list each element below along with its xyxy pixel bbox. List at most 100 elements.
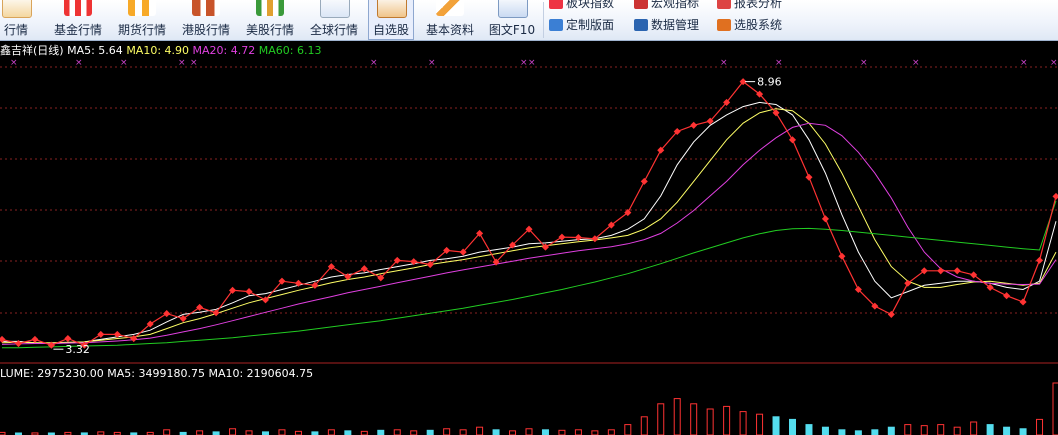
macro-indicator-icon [634,0,648,9]
link-stock-screener[interactable]: 选股系统 [717,16,782,34]
bar-chart-icon [256,0,284,16]
price-point [937,267,945,275]
price-point [558,233,566,241]
volume-bar [360,430,368,435]
toolbar-watchlist-button[interactable]: 自选股 [368,0,414,40]
price-point [838,252,846,260]
main-toolbar: 行情 基金行情 期货行情 港股行情 美股行情 全球行情 自选股 基本资料 图文F… [0,0,1058,41]
volume-bar [904,424,912,435]
chart-line-icon [2,0,32,18]
toolbar-futures-button[interactable]: 期货行情 [112,0,172,40]
volume-bar [624,424,632,435]
price-point [196,303,204,311]
volume-bar [953,426,961,435]
volume-bar [607,429,615,435]
event-marker: × [120,58,128,68]
volume-bar [805,424,813,435]
volume-bar [854,430,862,435]
volume-bar [986,424,994,435]
price-points [0,78,1058,350]
toolbar-fund-label: 基金行情 [53,23,102,37]
link-data-manage[interactable]: 数据管理 [634,16,699,34]
volume-bar [739,411,747,435]
price-point [179,315,187,323]
price-point [1052,192,1058,200]
link-custom-layout[interactable]: 定制版面 [549,16,614,34]
low-price-label: 3.32 [65,343,90,356]
event-marker: × [528,58,536,68]
toolbar-profile-button[interactable]: 基本资料 [420,0,480,40]
volume-bar [344,430,352,435]
toolbar-fund-button[interactable]: 基金行情 [48,0,108,40]
price-point [887,310,895,318]
volume-bar [871,429,879,435]
high-price-label: 8.96 [757,76,782,89]
toolbar-global-button[interactable]: 全球行情 [304,0,364,40]
volume-bar [377,429,385,435]
stock-screener-icon [717,19,731,31]
price-point [690,121,698,129]
volume-bar [558,429,566,435]
price-point [1003,292,1011,300]
event-marker: × [428,58,436,68]
event-marker: × [860,58,868,68]
volume-bar [443,428,451,435]
volume-bars [0,382,1058,435]
document-icon [498,0,528,18]
volume-bar [1052,382,1058,435]
link-sector-index[interactable]: 板块指数 [549,0,614,12]
volume-bar [1019,428,1027,435]
volume-bar [772,416,780,435]
price-point [360,265,368,273]
toolbar-us-button[interactable]: 美股行情 [240,0,300,40]
volume-bar [640,416,648,435]
event-marker: × [775,58,783,68]
event-marker: × [10,58,18,68]
toolbar-futures-label: 期货行情 [117,23,166,37]
ma-legend: 鑫吉祥(日线) MA5: 5.64 MA10: 4.90 MA20: 4.72 … [0,42,321,58]
ma10-value: MA10: 4.90 [126,44,190,57]
price-point [1019,298,1027,306]
volume-bar [591,430,599,435]
toolbar-hk-label: 港股行情 [181,23,230,37]
volume-bar [970,421,978,435]
bar-chart-icon [64,0,92,16]
toolbar-watchlist-label: 自选股 [372,23,409,37]
link-report-analysis[interactable]: 报表分析 [717,0,782,12]
volume-bar [690,403,698,435]
price-line [1,80,1057,346]
price-point [821,215,829,223]
toolbar-global-label: 全球行情 [309,23,358,37]
bar-chart-icon [128,0,156,16]
toolbar-hk-button[interactable]: 港股行情 [176,0,236,40]
watchlist-icon [377,0,407,18]
price-point [64,335,72,343]
volume-bar [229,428,237,435]
toolbar-f10-button[interactable]: 图文F10 [484,0,540,40]
price-point [31,335,39,343]
volume-bar [541,429,549,435]
volume-bar [821,426,829,435]
price-point [640,177,648,185]
volume-bar [426,429,434,435]
toolbar-quote-button[interactable]: 行情 [0,0,44,40]
volume-bar [657,403,665,435]
custom-layout-icon [549,19,563,31]
toolbar-quote-label: 行情 [3,23,28,37]
toolbar-f10-label: 图文F10 [488,23,536,37]
ma5-line [2,101,1057,345]
link-report-analysis-label: 报表分析 [734,0,783,10]
event-marker: × [912,58,920,68]
volume-bar [706,408,714,435]
price-point [245,288,253,296]
link-stock-screener-label: 选股系统 [734,18,783,32]
link-custom-layout-label: 定制版面 [566,18,615,32]
report-icon [717,0,731,9]
link-macro-indicator-label: 宏观指标 [651,0,700,10]
link-macro-indicator[interactable]: 宏观指标 [634,0,699,12]
event-marker: × [520,58,528,68]
volume-bar [245,430,253,435]
pencil-icon [436,0,464,16]
price-point [953,267,961,275]
data-manage-icon [634,19,648,31]
